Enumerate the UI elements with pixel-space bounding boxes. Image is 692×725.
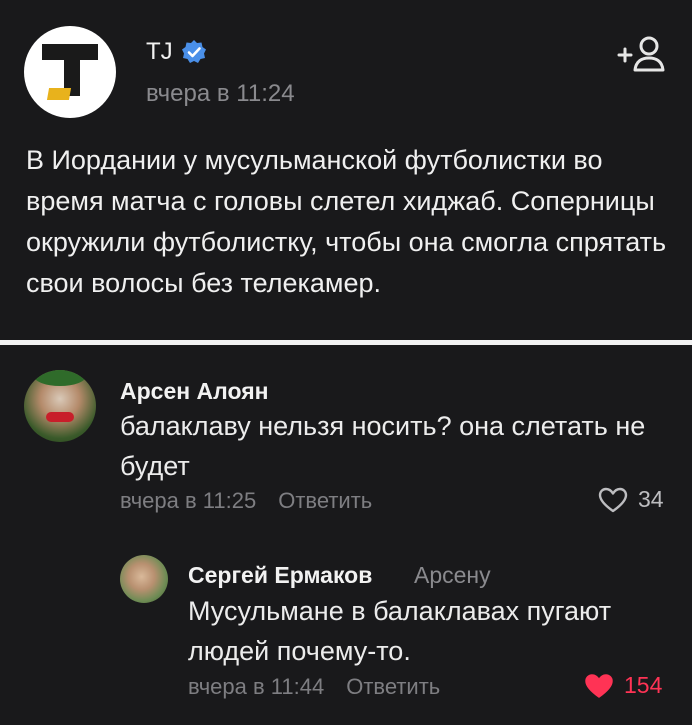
reply-button[interactable]: Ответить: [346, 674, 440, 700]
reply-to-label[interactable]: Арсену: [414, 562, 491, 589]
heart-icon: [585, 673, 613, 698]
post-card: TJ вчера в 11:24 В Иордании у мусульманс…: [0, 0, 692, 340]
post-timestamp: вчера в 11:24: [146, 80, 295, 107]
avatar[interactable]: [24, 370, 96, 442]
comment-author[interactable]: Сергей Ермаков: [188, 562, 372, 589]
comment-text: балаклаву нельзя носить? она слетать не …: [120, 411, 646, 481]
like-count: 34: [638, 486, 664, 512]
comment-text: Мусульмане в балаклавах пугают людей поч…: [188, 596, 612, 666]
section-divider: [0, 340, 692, 345]
add-person-icon[interactable]: [616, 34, 666, 74]
comment-timestamp: вчера в 11:25: [120, 488, 257, 513]
like-button[interactable]: 34: [598, 486, 664, 513]
comment-meta: вчера в 11:25 Ответить: [120, 488, 372, 514]
like-count: 154: [624, 672, 663, 698]
comment-meta: вчера в 11:44 Ответить: [188, 674, 440, 700]
tj-logo-avatar[interactable]: [24, 26, 116, 118]
avatar-detail: [34, 370, 86, 386]
comment-timestamp: вчера в 11:44: [188, 674, 325, 699]
avatar[interactable]: [120, 555, 168, 603]
post-author[interactable]: TJ: [146, 38, 207, 66]
post-body-text: В Иордании у мусульманской футболистки в…: [26, 145, 667, 298]
avatar-detail: [46, 412, 74, 422]
heart-icon: [598, 487, 628, 512]
like-button[interactable]: 154: [584, 672, 662, 699]
logo-accent: [46, 88, 72, 100]
verified-badge-icon: [181, 40, 206, 63]
reply-button[interactable]: Ответить: [278, 488, 372, 514]
comment-author[interactable]: Арсен Алоян: [120, 378, 269, 405]
post-author-name[interactable]: TJ: [146, 38, 173, 66]
